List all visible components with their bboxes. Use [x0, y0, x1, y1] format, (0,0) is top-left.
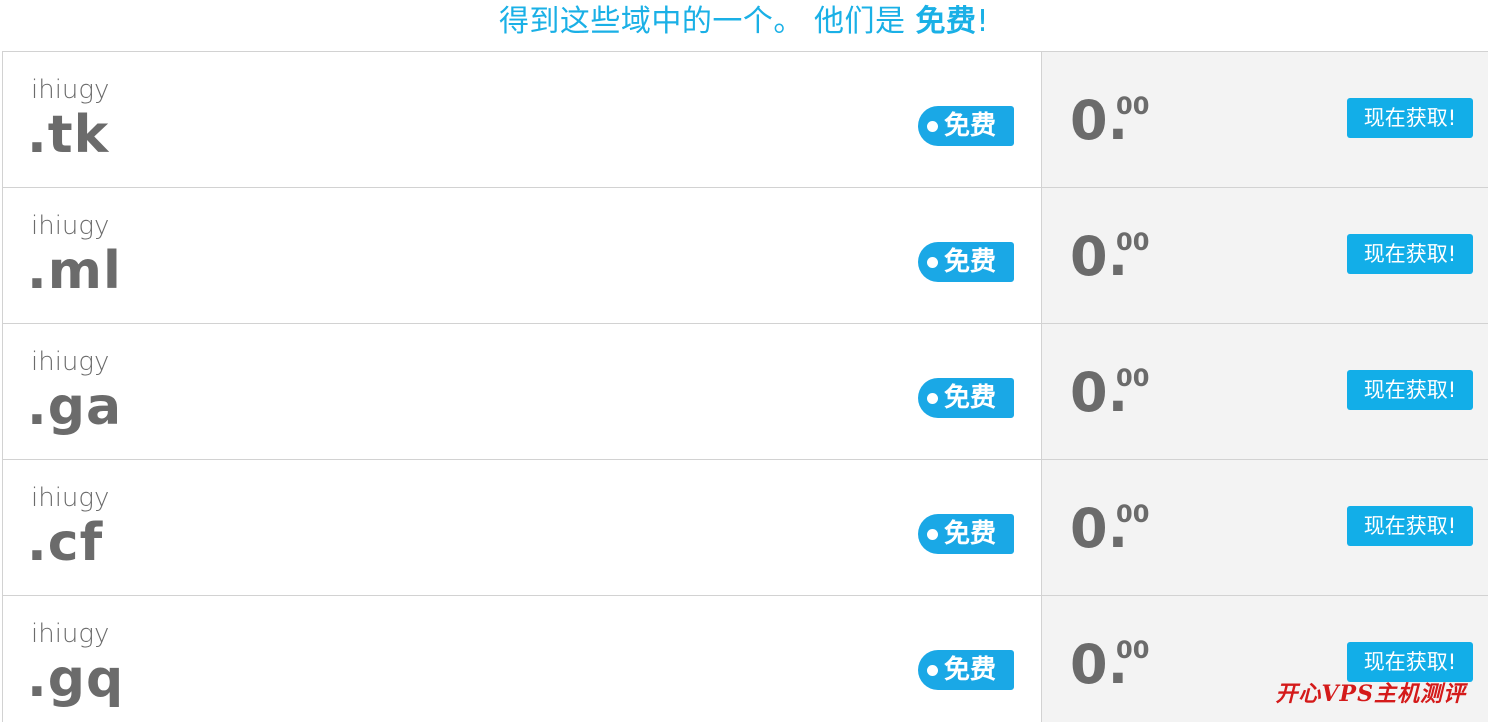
domain-row: ihiugy .cf 免费 0. 00 现在获取!: [2, 460, 1488, 596]
free-badge-label: 免费: [944, 519, 997, 549]
get-now-button[interactable]: 现在获取!: [1347, 234, 1473, 274]
price-cents: 00: [1116, 636, 1150, 664]
free-badge-label: 免费: [944, 111, 997, 141]
price-panel: 0. 00 现在获取!: [1042, 324, 1488, 459]
dot-icon: [927, 529, 938, 540]
free-badge: 免费: [918, 242, 1014, 282]
domain-name: ihiugy: [31, 211, 110, 241]
price: 0. 00: [1070, 225, 1149, 288]
price: 0. 00: [1070, 497, 1149, 560]
price-cents: 00: [1116, 228, 1150, 256]
dot-icon: [927, 665, 938, 676]
domain-extension: .ga: [27, 377, 123, 437]
domain-name: ihiugy: [31, 483, 110, 513]
get-now-button[interactable]: 现在获取!: [1347, 506, 1473, 546]
domain-extension: .gq: [27, 649, 125, 709]
domain-info-panel: ihiugy .cf 免费: [3, 460, 1042, 595]
free-badge: 免费: [918, 650, 1014, 690]
price-integer: 0: [1070, 497, 1108, 560]
free-badge: 免费: [918, 106, 1014, 146]
domain-list: ihiugy .tk 免费 0. 00 现在获取! ihiugy .ml 免费 …: [2, 51, 1488, 722]
price-panel: 0. 00 现在获取!: [1042, 188, 1488, 323]
dot-icon: [927, 121, 938, 132]
price-cents: 00: [1116, 500, 1150, 528]
free-badge: 免费: [918, 378, 1014, 418]
price-integer: 0: [1070, 633, 1108, 696]
dot-icon: [927, 393, 938, 404]
domain-info-panel: ihiugy .gq 免费: [3, 596, 1042, 722]
domain-name: ihiugy: [31, 75, 110, 105]
page-title: 得到这些域中的一个。 他们是 免费!: [0, 0, 1488, 50]
price: 0. 00: [1070, 89, 1149, 152]
free-badge-label: 免费: [944, 383, 997, 413]
price-cents: 00: [1116, 92, 1150, 120]
domain-extension: .tk: [27, 105, 110, 165]
price-integer: 0: [1070, 89, 1108, 152]
title-end-text: !: [976, 4, 990, 39]
domain-offer-page: 得到这些域中的一个。 他们是 免费! ihiugy .tk 免费 0. 00 现…: [0, 0, 1488, 722]
price-panel: 0. 00 现在获取!: [1042, 52, 1488, 187]
price-integer: 0: [1070, 361, 1108, 424]
price-cents: 00: [1116, 364, 1150, 392]
domain-info-panel: ihiugy .ga 免费: [3, 324, 1042, 459]
free-badge-label: 免费: [944, 247, 997, 277]
domain-row: ihiugy .gq 免费 0. 00 现在获取!: [2, 596, 1488, 722]
domain-row: ihiugy .tk 免费 0. 00 现在获取!: [2, 52, 1488, 188]
domain-name: ihiugy: [31, 619, 110, 649]
domain-info-panel: ihiugy .ml 免费: [3, 188, 1042, 323]
get-now-button[interactable]: 现在获取!: [1347, 370, 1473, 410]
price: 0. 00: [1070, 633, 1149, 696]
title-main-text: 得到这些域中的一个。 他们是: [498, 4, 916, 39]
domain-extension: .ml: [27, 241, 122, 301]
free-badge: 免费: [918, 514, 1014, 554]
domain-info-panel: ihiugy .tk 免费: [3, 52, 1042, 187]
price-integer: 0: [1070, 225, 1108, 288]
dot-icon: [927, 257, 938, 268]
get-now-button[interactable]: 现在获取!: [1347, 98, 1473, 138]
watermark: 开心VPS主机测评: [1275, 681, 1466, 707]
domain-extension: .cf: [27, 513, 104, 573]
free-badge-label: 免费: [944, 655, 997, 685]
domain-row: ihiugy .ga 免费 0. 00 现在获取!: [2, 324, 1488, 460]
title-free-word: 免费: [915, 4, 977, 39]
domain-name: ihiugy: [31, 347, 110, 377]
price-panel: 0. 00 现在获取!: [1042, 460, 1488, 595]
price: 0. 00: [1070, 361, 1149, 424]
domain-row: ihiugy .ml 免费 0. 00 现在获取!: [2, 188, 1488, 324]
